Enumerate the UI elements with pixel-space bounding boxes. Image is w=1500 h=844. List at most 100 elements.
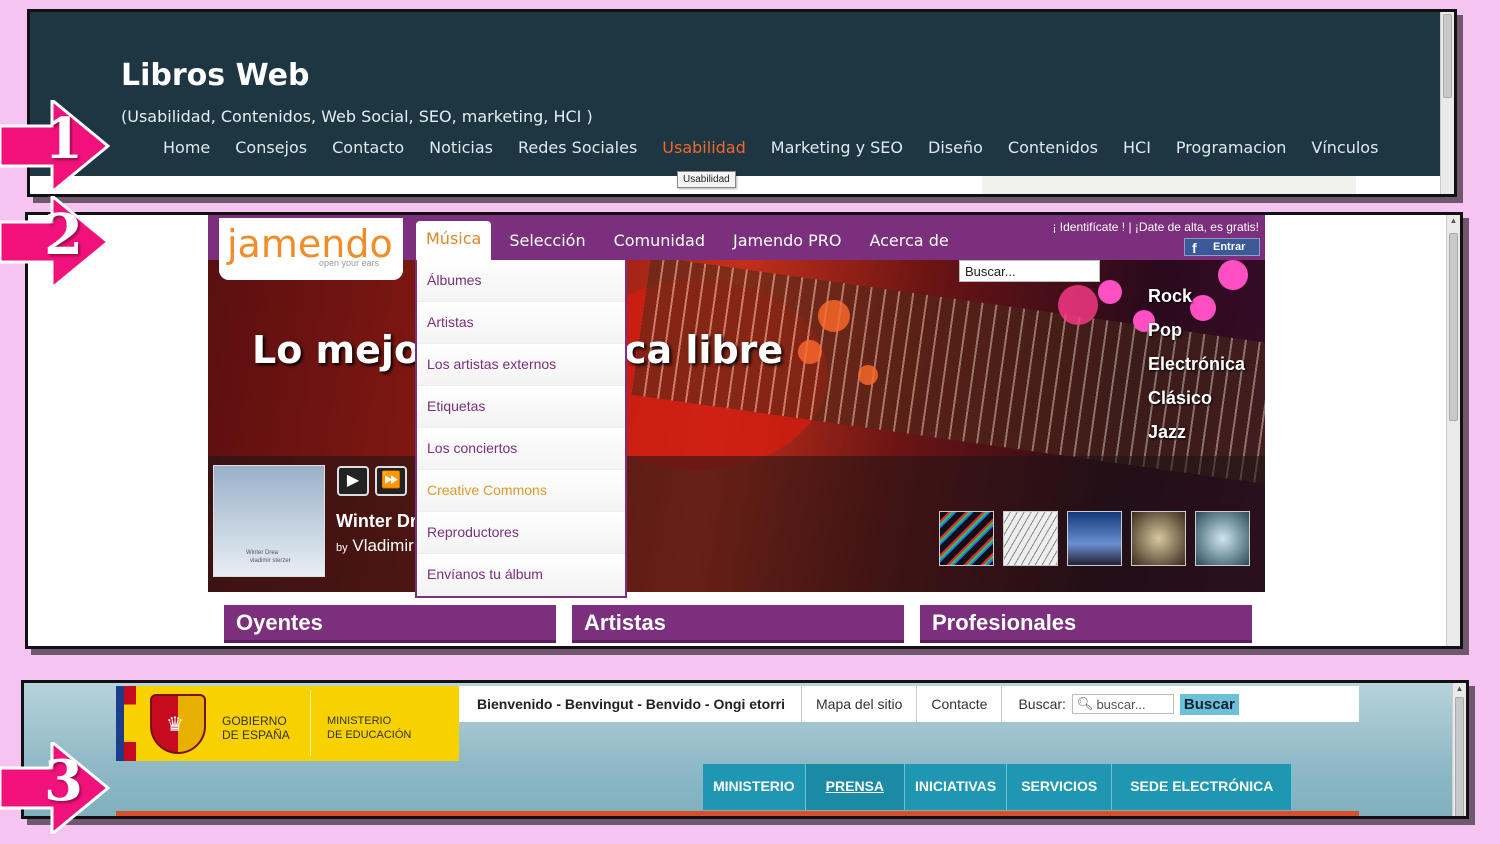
libros-web-screenshot: Libros Web (Usabilidad, Contenidos, Web …	[27, 9, 1457, 197]
section-oyentes[interactable]: Oyentes	[224, 605, 556, 643]
by-label: by	[336, 542, 348, 554]
scroll-up-icon[interactable]: ▲	[1453, 683, 1466, 695]
dropdown-envianos[interactable]: Envíanos tu álbum	[417, 554, 625, 596]
album-thumbnail[interactable]	[939, 511, 994, 566]
genre-jazz[interactable]: Jazz	[1148, 422, 1245, 456]
dropdown-albumes[interactable]: Álbumes	[417, 260, 625, 302]
album-thumbnail[interactable]	[1067, 511, 1122, 566]
jamendo-logo[interactable]: jamendo open your ears	[219, 218, 403, 280]
album-thumbnails	[939, 511, 1250, 566]
nav-redes-sociales[interactable]: Redes Sociales	[518, 138, 637, 157]
dropdown-conciertos[interactable]: Los conciertos	[417, 428, 625, 470]
dropdown-reproductores[interactable]: Reproductores	[417, 512, 625, 554]
genre-pop[interactable]: Pop	[1148, 320, 1245, 354]
album-cover[interactable]: Winter Drea vladimir sterzer	[213, 465, 325, 577]
search-button[interactable]: Buscar	[1179, 693, 1239, 715]
hero-headline-left: Lo mejor	[252, 328, 439, 372]
menu-seleccion[interactable]: Selección	[495, 221, 599, 260]
nav-contacto[interactable]: Contacto	[332, 138, 404, 157]
site-title[interactable]: Libros Web	[121, 58, 309, 93]
play-icon[interactable]: ▶	[337, 466, 369, 496]
menu-comunidad[interactable]: Comunidad	[600, 221, 719, 260]
scrollbar-thumb[interactable]	[1443, 14, 1452, 98]
song-artist[interactable]: by Vladimir	[336, 536, 414, 556]
nav-diseno[interactable]: Diseño	[928, 138, 983, 157]
tab-prensa[interactable]: PRENSA	[805, 764, 906, 810]
nav-usabilidad[interactable]: Usabilidad	[662, 138, 745, 157]
genre-electronica[interactable]: Electrónica	[1148, 354, 1245, 388]
album-thumbnail[interactable]	[1131, 511, 1186, 566]
tab-iniciativas[interactable]: INICIATIVAS	[905, 764, 1008, 810]
menu-acerca-de[interactable]: Acerca de	[855, 221, 962, 260]
nav-programacion[interactable]: Programacion	[1176, 138, 1286, 157]
search-placeholder: buscar...	[1096, 696, 1146, 712]
scrollbar-thumb[interactable]	[1455, 697, 1464, 816]
tab-sede-electronica[interactable]: SEDE ELECTRÓNICA	[1112, 764, 1293, 810]
song-title[interactable]: Winter Dr	[336, 511, 417, 532]
album-thumbnail[interactable]	[1003, 511, 1058, 566]
search-label: Buscar:	[1018, 696, 1066, 712]
dropdown-artistas[interactable]: Artistas	[417, 302, 625, 344]
nav-marketing-seo[interactable]: Marketing y SEO	[771, 138, 903, 157]
bokeh-light	[798, 340, 822, 364]
annotation-number: 1	[44, 106, 83, 172]
facebook-login-button[interactable]: f Entrar	[1184, 238, 1260, 256]
dropdown-creative-commons[interactable]: Creative Commons	[417, 470, 625, 512]
scroll-up-icon[interactable]: ▲	[1447, 215, 1460, 227]
accent-line	[116, 811, 1359, 816]
main-nav: Home Consejos Contacto Noticias Redes So…	[163, 138, 1378, 157]
ministerio-text: MINISTERIO DE EDUCACIÓN	[327, 714, 411, 742]
main-tabs: MINISTERIO PRENSA INICIATIVAS SERVICIOS …	[703, 764, 1293, 810]
tab-ministerio[interactable]: MINISTERIO	[703, 764, 806, 810]
sidebar-strip	[982, 176, 1356, 194]
section-headers: Oyentes Artistas Profesionales	[224, 605, 1252, 643]
link-mapa-del-sitio[interactable]: Mapa del sitio	[802, 686, 918, 722]
dropdown-artistas-externos[interactable]: Los artistas externos	[417, 344, 625, 386]
genre-rock[interactable]: Rock	[1148, 286, 1245, 320]
dropdown-etiquetas[interactable]: Etiquetas	[417, 386, 625, 428]
main-menu: Música Selección Comunidad Jamendo PRO A…	[416, 221, 963, 260]
album-art-artist: vladimir sterzer	[250, 558, 291, 564]
scrollbar[interactable]: ▲	[1446, 215, 1460, 646]
facebook-button-label: Entrar	[1213, 241, 1246, 253]
menu-musica[interactable]: Música	[416, 221, 492, 260]
scrollbar[interactable]: ▲	[1452, 683, 1466, 816]
ministerio-line-1: MINISTERIO	[327, 715, 392, 727]
ministerio-screenshot: ♛ GOBIERNO DE ESPAÑA MINISTERIO DE EDUCACI…	[21, 680, 1469, 819]
annotation-number: 3	[44, 748, 83, 814]
login-links[interactable]: ¡ Identifícate ! | ¡Date de alta, es gra…	[1052, 220, 1259, 234]
nav-consejos[interactable]: Consejos	[235, 138, 307, 157]
jamendo-site: Lo mejor ca libre Rock Pop Electrónica C…	[208, 215, 1265, 646]
jamendo-screenshot: Lo mejor ca libre Rock Pop Electrónica C…	[25, 212, 1463, 649]
musica-dropdown: Álbumes Artistas Los artistas externos E…	[415, 260, 627, 598]
nav-noticias[interactable]: Noticias	[429, 138, 493, 157]
bokeh-light	[818, 300, 850, 332]
ministerio-line-2: DE EDUCACIÓN	[327, 729, 412, 741]
logo-divider	[310, 690, 311, 756]
scrollbar-thumb[interactable]	[1449, 233, 1458, 421]
scrollbar[interactable]	[1440, 12, 1454, 194]
nav-hci[interactable]: HCI	[1123, 138, 1151, 157]
section-profesionales[interactable]: Profesionales	[920, 605, 1252, 643]
menu-jamendo-pro[interactable]: Jamendo PRO	[719, 221, 855, 260]
annotation-arrow-1: 1	[0, 96, 111, 196]
album-thumbnail[interactable]	[1195, 511, 1250, 566]
utility-bar: Bienvenido - Benvingut - Benvido - Ongi …	[459, 686, 1359, 722]
link-contacte[interactable]: Contacte	[917, 686, 1003, 722]
section-artistas[interactable]: Artistas	[572, 605, 904, 643]
nav-home[interactable]: Home	[163, 138, 210, 157]
bokeh-light	[1098, 280, 1122, 304]
logo-tagline: open your ears	[319, 258, 380, 268]
nav-vinculos[interactable]: Vínculos	[1311, 138, 1378, 157]
fast-forward-icon[interactable]: ⏩	[375, 466, 407, 496]
search-input[interactable]: 🔍︎ buscar...	[1071, 694, 1174, 714]
artist-name[interactable]: Vladimir	[352, 536, 413, 555]
welcome-greeting: Bienvenido - Benvingut - Benvido - Ongi …	[459, 686, 803, 722]
genre-clasico[interactable]: Clásico	[1148, 388, 1245, 422]
search-icon: 🔍︎	[1076, 696, 1094, 711]
gobierno-line-2: DE ESPAÑA	[222, 728, 290, 742]
nav-contenidos[interactable]: Contenidos	[1008, 138, 1098, 157]
search-input[interactable]: Buscar...	[959, 260, 1100, 282]
government-logo[interactable]: ♛ GOBIERNO DE ESPAÑA MINISTERIO DE EDUCACI…	[116, 686, 459, 761]
tab-servicios[interactable]: SERVICIOS	[1007, 764, 1113, 810]
